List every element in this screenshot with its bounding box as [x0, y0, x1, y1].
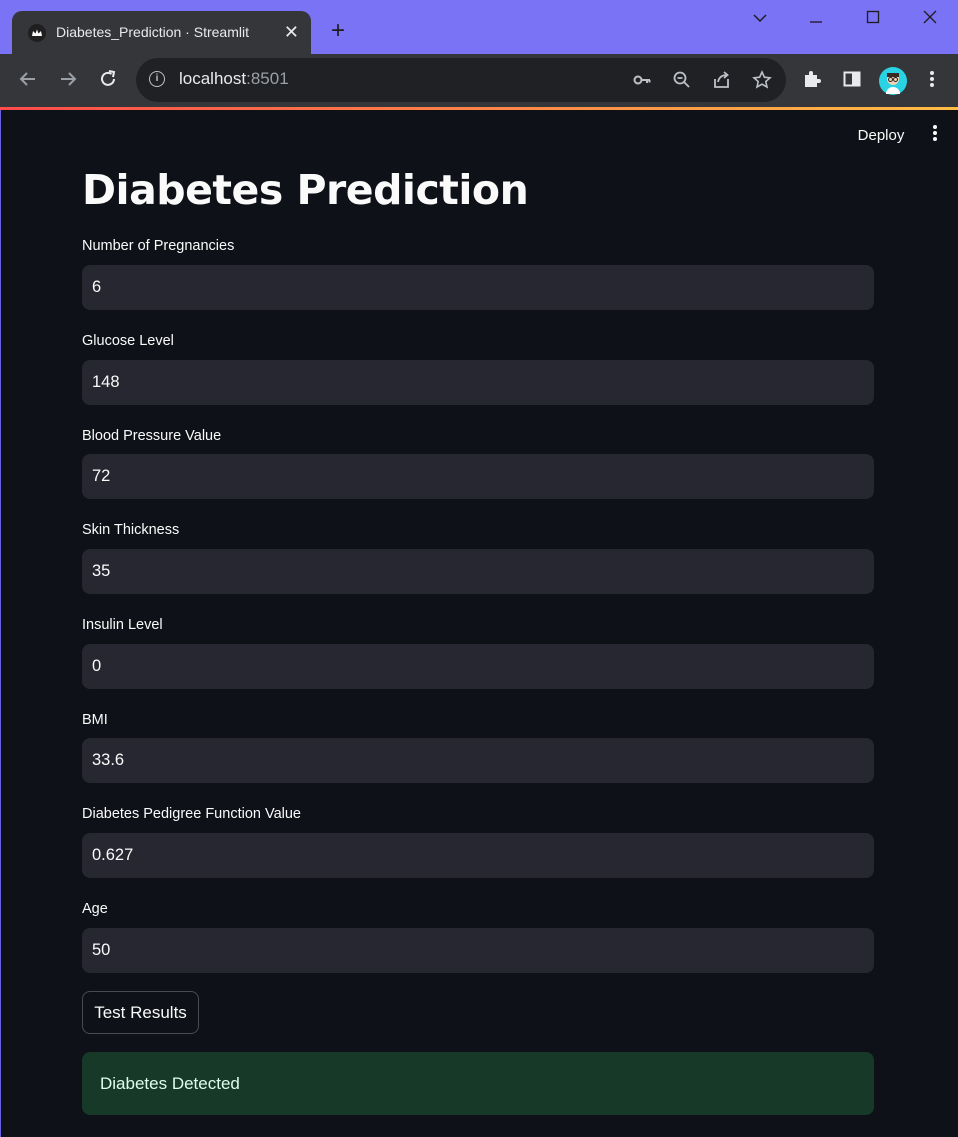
zoom-out-icon[interactable]	[672, 70, 692, 90]
age-label: Age	[82, 901, 108, 917]
deploy-button[interactable]: Deploy	[848, 125, 914, 147]
reload-icon[interactable]	[96, 69, 120, 93]
insulin-input[interactable]	[82, 644, 874, 689]
result-alert: Diabetes Detected	[82, 1052, 874, 1115]
app-menu-icon[interactable]	[926, 124, 944, 148]
insulin-label: Insulin Level	[82, 617, 163, 633]
pregnancies-input[interactable]	[82, 265, 874, 310]
minimize-icon[interactable]	[796, 10, 836, 30]
blood-pressure-label: Blood Pressure Value	[82, 428, 222, 444]
pregnancies-label: Number of Pregnancies	[82, 238, 235, 254]
skin-thickness-input[interactable]	[82, 549, 874, 594]
bookmark-star-icon[interactable]	[752, 70, 772, 90]
browser-menu-icon[interactable]	[920, 69, 944, 93]
password-key-icon[interactable]	[632, 70, 652, 90]
bmi-label: BMI	[82, 712, 108, 728]
url-text: localhost:8501	[179, 69, 289, 89]
window-close-icon[interactable]	[910, 10, 950, 30]
maximize-icon[interactable]	[853, 10, 893, 30]
browser-tab[interactable]: Diabetes_Prediction · Streamlit ✕	[12, 11, 311, 54]
side-panel-icon[interactable]	[840, 69, 864, 93]
address-bar[interactable]: i localhost:8501	[136, 58, 786, 102]
glucose-input[interactable]	[82, 360, 874, 405]
streamlit-favicon-icon	[28, 24, 46, 42]
extensions-icon[interactable]	[800, 69, 824, 93]
skin-thickness-label: Skin Thickness	[82, 522, 180, 538]
profile-avatar[interactable]	[879, 67, 907, 95]
site-info-icon[interactable]: i	[149, 71, 165, 87]
bmi-input[interactable]	[82, 738, 874, 783]
result-message: Diabetes Detected	[100, 1074, 240, 1093]
pedigree-label: Diabetes Pedigree Function Value	[82, 806, 301, 822]
tab-title: Diabetes_Prediction · Streamlit	[56, 24, 249, 40]
back-icon[interactable]	[16, 69, 40, 93]
tab-search-icon[interactable]	[740, 10, 780, 30]
browser-titlebar: Diabetes_Prediction · Streamlit ✕ +	[0, 0, 958, 54]
blood-pressure-input[interactable]	[82, 454, 874, 499]
forward-icon[interactable]	[56, 69, 80, 93]
glucose-label: Glucose Level	[82, 333, 174, 349]
share-icon[interactable]	[712, 70, 732, 90]
new-tab-icon[interactable]: +	[327, 19, 349, 43]
test-results-button[interactable]: Test Results	[82, 991, 199, 1034]
tab-close-icon[interactable]: ✕	[284, 22, 299, 42]
age-input[interactable]	[82, 928, 874, 973]
page-title: Diabetes Prediction	[82, 166, 529, 214]
url-port: :8501	[246, 69, 289, 88]
url-host: localhost	[179, 69, 247, 88]
pedigree-input[interactable]	[82, 833, 874, 878]
